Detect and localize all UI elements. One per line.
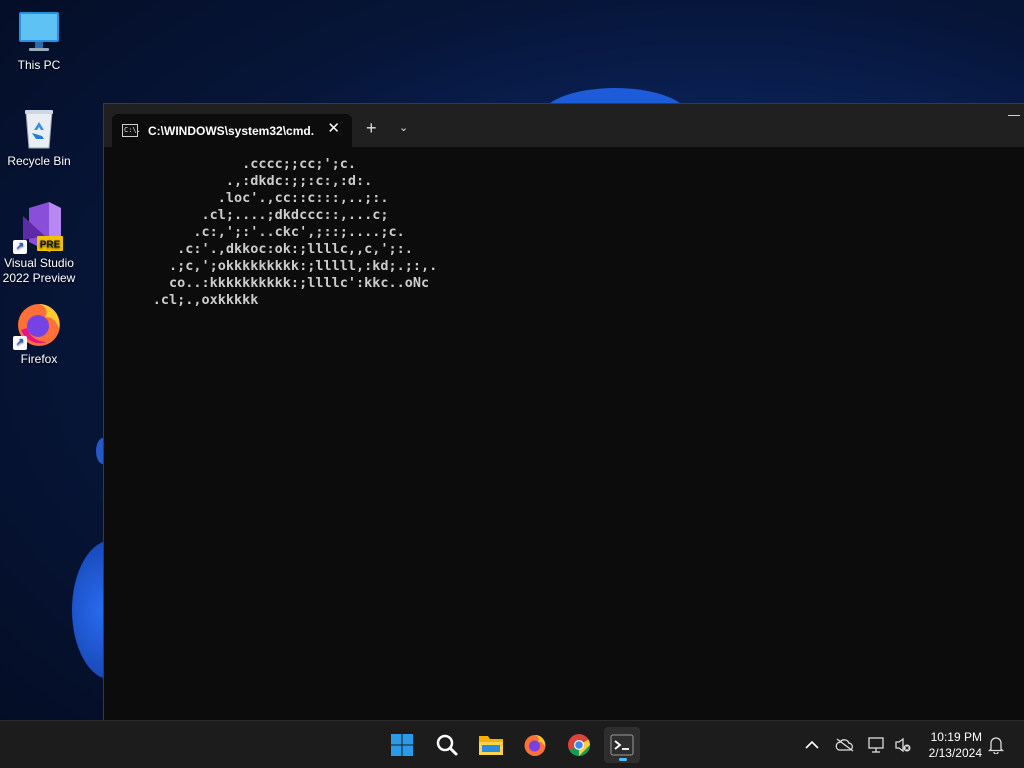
desktop-icon-label: Firefox [20,352,58,366]
notifications-button[interactable] [986,735,1006,755]
desktop-icon-recycle-bin[interactable]: Recycle Bin [0,106,78,169]
console-line: co..:kkkkkkkkkk:;llllc':kkc..oNc [104,275,430,291]
console-line: .c:,';:'..ckc',;::;....;c. [104,224,405,240]
console-line: .;c,';okkkkkkkkk:;lllll,:kd;.;:,. [104,258,438,274]
volume-button[interactable] [893,735,913,755]
search-icon [436,734,458,756]
active-indicator [619,758,627,761]
firefox-icon [524,735,546,756]
taskbar: 10:19 PM 2/13/2024 [0,720,1024,768]
desktop-icon-label: This PC [17,58,61,72]
console-line: .,:dkdc:;;:c:,:d:. [104,173,373,189]
notification-bell-icon [988,737,1004,754]
show-hidden-icons-button[interactable] [802,735,822,755]
console-output[interactable]: .cccc;;cc;';c. .,:dkdc:;;:c:,:d:. .loc'.… [104,147,1024,720]
desktop-icon-this-pc[interactable]: This PC [0,10,78,73]
chevron-down-icon[interactable]: ⌄ [399,121,408,135]
visual-studio-icon: PRE ↗ [13,202,63,254]
close-tab-button[interactable]: ✕ [327,121,340,137]
onedrive-button[interactable] [835,735,855,755]
desktop-icon-visual-studio[interactable]: PRE ↗ Visual Studio 2022 Preview [0,202,78,286]
start-button[interactable] [384,727,420,763]
recycle-bin-icon [17,106,61,150]
onedrive-icon [835,738,854,752]
chrome-taskbar-button[interactable] [561,727,597,763]
terminal-icon [610,734,634,756]
console-line: .cl;....;dkdccc::,...c; [104,207,389,223]
network-button[interactable] [867,735,887,755]
cmd-icon: C:\. [122,124,141,137]
desktop-icon-label: Recycle Bin [7,154,71,168]
clock-date: 2/13/2024 [928,746,982,760]
network-icon [868,737,884,753]
chevron-up-icon [805,740,819,749]
firefox-icon: ↗ [13,300,63,350]
terminal-window[interactable]: C:\. C:\WINDOWS\system32\cmd. ✕ + ⌄ .ccc… [103,103,1024,720]
search-button[interactable] [429,727,465,763]
desktop-icon-label: Visual Studio 2022 Preview [2,256,76,285]
clock-time: 10:19 PM [930,730,982,744]
minimize-button[interactable] [1008,115,1020,116]
tab-cmd[interactable]: C:\. C:\WINDOWS\system32\cmd. ✕ [112,114,352,147]
file-explorer-icon [479,736,503,755]
shortcut-arrow-icon: ↗ [13,240,27,254]
clock[interactable]: 10:19 PM 2/13/2024 [929,729,982,761]
firefox-taskbar-button[interactable] [517,727,553,763]
console-line: .cl;.,oxkkkkk [104,292,259,308]
svg-text:PRE: PRE [40,240,61,251]
desktop-icon-firefox[interactable]: ↗ Firefox [0,300,78,367]
new-tab-button[interactable]: + [366,119,377,137]
volume-muted-icon [895,737,911,753]
shortcut-arrow-icon: ↗ [13,336,27,350]
chrome-icon [568,734,590,756]
file-explorer-button[interactable] [473,727,509,763]
terminal-taskbar-button[interactable] [604,727,640,763]
tab-title: C:\WINDOWS\system32\cmd. [148,123,315,138]
console-line: .cccc;;cc;';c. [104,156,356,172]
monitor-icon [17,10,61,54]
start-icon [391,734,413,756]
title-bar[interactable]: C:\. C:\WINDOWS\system32\cmd. ✕ + ⌄ [104,104,1024,147]
console-line: .loc'.,cc::c:::,..;:. [104,190,389,206]
console-line: .c:'.,dkkoc:ok:;llllc,,c,';:. [104,241,413,257]
